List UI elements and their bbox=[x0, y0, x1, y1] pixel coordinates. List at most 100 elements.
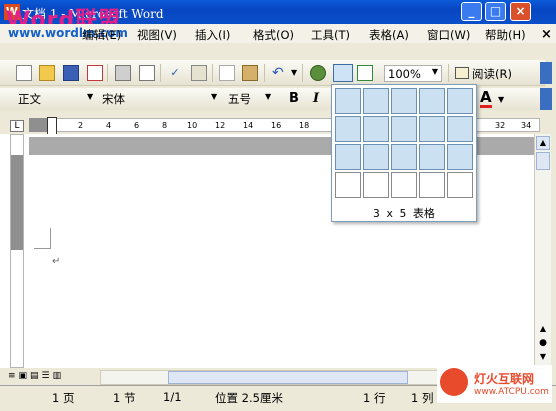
status-page: 1 页 bbox=[52, 391, 75, 405]
table-grid-cell[interactable] bbox=[391, 88, 417, 114]
font-color-button[interactable]: A bbox=[480, 89, 492, 108]
menu-help[interactable]: 帮助(H) bbox=[485, 27, 526, 43]
select-browse-object-button[interactable]: ● bbox=[536, 338, 550, 350]
font-size-select[interactable]: 五号 bbox=[228, 91, 251, 107]
font-size-dropdown-icon[interactable]: ▼ bbox=[265, 92, 271, 101]
watermark-logo bbox=[440, 368, 468, 396]
table-grid-cell[interactable] bbox=[363, 144, 389, 170]
new-document-icon[interactable] bbox=[16, 65, 32, 81]
tab-selector-button[interactable]: L bbox=[10, 120, 24, 132]
save-icon[interactable] bbox=[63, 65, 79, 81]
ruler-tick: 2 bbox=[78, 121, 84, 130]
table-grid-cell[interactable] bbox=[335, 172, 361, 198]
close-button[interactable]: × bbox=[510, 2, 531, 21]
read-mode-button[interactable]: 阅读(R) bbox=[472, 66, 512, 82]
table-grid-cell[interactable] bbox=[391, 172, 417, 198]
open-folder-icon[interactable] bbox=[39, 65, 55, 81]
status-line: 1 行 bbox=[363, 391, 386, 405]
separator bbox=[160, 64, 161, 82]
menu-window[interactable]: 窗口(W) bbox=[427, 27, 470, 43]
undo-dropdown-icon[interactable]: ▼ bbox=[291, 68, 297, 77]
table-grid-cell[interactable] bbox=[335, 88, 361, 114]
ruler-tick: 12 bbox=[215, 121, 226, 130]
toolbar-options-button[interactable] bbox=[540, 62, 552, 84]
zoom-select[interactable]: 100% ▼ bbox=[384, 65, 442, 82]
zoom-dropdown-icon: ▼ bbox=[431, 67, 438, 76]
table-grid-cell[interactable] bbox=[447, 144, 473, 170]
watermark-url: www.ATCPU.com bbox=[474, 387, 549, 397]
ruler-tick: 14 bbox=[243, 121, 254, 130]
read-book-icon bbox=[455, 67, 469, 79]
horizontal-scroll-thumb[interactable] bbox=[168, 371, 408, 384]
next-page-button[interactable]: ▼ bbox=[536, 352, 550, 364]
menu-format[interactable]: 格式(O) bbox=[253, 27, 294, 43]
separator bbox=[302, 64, 303, 82]
zoom-value: 100% bbox=[388, 67, 421, 81]
menu-tools[interactable]: 工具(T) bbox=[311, 27, 350, 43]
print-icon[interactable] bbox=[115, 65, 131, 81]
table-grid-cell[interactable] bbox=[419, 116, 445, 142]
table-grid-cell[interactable] bbox=[447, 116, 473, 142]
research-icon[interactable] bbox=[191, 65, 207, 81]
style-dropdown-icon[interactable]: ▼ bbox=[87, 92, 93, 101]
bold-button[interactable]: B bbox=[289, 91, 299, 106]
insert-table-grid-popup[interactable]: 3 x 5 表格 bbox=[331, 84, 477, 222]
menu-edit[interactable]: 编辑(E) bbox=[82, 27, 121, 43]
hyperlink-icon[interactable] bbox=[310, 65, 326, 81]
ruler-tick: 18 bbox=[299, 121, 310, 130]
paste-icon[interactable] bbox=[242, 65, 258, 81]
margin-corner-mark bbox=[34, 228, 51, 249]
spelling-icon[interactable]: ✓ bbox=[167, 65, 183, 81]
table-grid-cell[interactable] bbox=[363, 116, 389, 142]
undo-icon[interactable]: ↶ bbox=[272, 65, 288, 81]
table-grid-cell[interactable] bbox=[419, 172, 445, 198]
maximize-button[interactable]: □ bbox=[485, 2, 506, 21]
separator bbox=[212, 64, 213, 82]
insert-excel-icon[interactable] bbox=[357, 65, 373, 81]
table-grid-cell[interactable] bbox=[391, 144, 417, 170]
ruler-tick: 8 bbox=[162, 121, 168, 130]
ruler-tick: 32 bbox=[495, 121, 506, 130]
insert-table-icon[interactable] bbox=[333, 64, 353, 82]
table-grid-cell[interactable] bbox=[419, 144, 445, 170]
close-document-button[interactable]: × bbox=[541, 27, 552, 42]
ruler-tick: 10 bbox=[187, 121, 198, 130]
table-grid-cell[interactable] bbox=[335, 116, 361, 142]
menu-table[interactable]: 表格(A) bbox=[369, 27, 409, 43]
separator bbox=[107, 64, 108, 82]
status-pages: 1/1 bbox=[163, 390, 182, 404]
table-grid-cell[interactable] bbox=[363, 88, 389, 114]
table-grid-cell[interactable] bbox=[363, 172, 389, 198]
table-size-label: 3 x 5 表格 bbox=[373, 207, 435, 220]
table-grid-cell[interactable] bbox=[447, 88, 473, 114]
menu-insert[interactable]: 插入(I) bbox=[195, 27, 230, 43]
view-buttons[interactable]: ≡▣▤☰▥ bbox=[8, 371, 98, 385]
italic-button[interactable]: I bbox=[313, 91, 319, 106]
scroll-thumb[interactable] bbox=[536, 152, 550, 170]
status-section: 1 节 bbox=[113, 391, 136, 405]
indent-marker[interactable] bbox=[47, 117, 57, 135]
format-toolbar-options-button[interactable] bbox=[540, 88, 552, 110]
vertical-ruler-margin bbox=[11, 155, 23, 250]
scroll-up-button[interactable]: ▲ bbox=[536, 136, 550, 150]
separator bbox=[448, 64, 449, 82]
font-color-dropdown-icon[interactable]: ▼ bbox=[498, 95, 504, 104]
table-grid-cell[interactable] bbox=[419, 88, 445, 114]
print-preview-icon[interactable] bbox=[139, 65, 155, 81]
ruler-tick: 34 bbox=[521, 121, 532, 130]
minimize-button[interactable]: _ bbox=[461, 2, 482, 21]
font-dropdown-icon[interactable]: ▼ bbox=[211, 92, 217, 101]
font-select[interactable]: 宋体 bbox=[102, 91, 125, 107]
status-column: 1 列 bbox=[411, 391, 434, 405]
table-grid-cell[interactable] bbox=[335, 144, 361, 170]
permission-icon[interactable] bbox=[87, 65, 103, 81]
paragraph-mark-icon: ↵ bbox=[52, 256, 61, 267]
copy-icon[interactable] bbox=[219, 65, 235, 81]
previous-page-button[interactable]: ▲ bbox=[536, 324, 550, 336]
table-grid-cell[interactable] bbox=[391, 116, 417, 142]
menu-view[interactable]: 视图(V) bbox=[137, 27, 177, 43]
status-position: 位置 2.5厘米 bbox=[215, 391, 283, 405]
ruler-tick: 4 bbox=[106, 121, 112, 130]
style-select[interactable]: 正文 bbox=[18, 91, 41, 107]
table-grid-cell[interactable] bbox=[447, 172, 473, 198]
